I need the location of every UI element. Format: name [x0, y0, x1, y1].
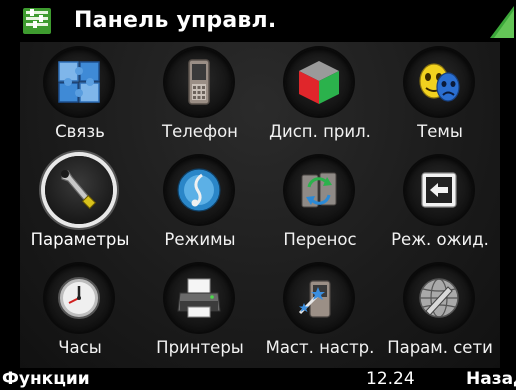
- grid-item-setup-wizard[interactable]: Маст. настр.: [260, 258, 380, 366]
- setup-wizard-icon: [285, 264, 353, 332]
- grid-item-label: Маст. настр.: [265, 338, 375, 357]
- clock-icon: [45, 264, 113, 332]
- grid-item-app-manager[interactable]: Дисп. прил.: [260, 42, 380, 150]
- grid-item-label: Параметры: [30, 230, 130, 249]
- app-manager-icon: [285, 48, 353, 116]
- grid-item-settings[interactable]: Параметры: [20, 150, 140, 258]
- themes-icon: [405, 48, 473, 116]
- grid-item-label: Принтеры: [156, 338, 244, 357]
- grid-item-network[interactable]: Парам. сети: [380, 258, 500, 366]
- network-icon: [405, 264, 473, 332]
- grid-item-label: Парам. сети: [387, 338, 493, 357]
- standby-icon: [405, 156, 473, 224]
- connectivity-icon: [45, 48, 113, 116]
- page-title: Панель управл.: [74, 8, 277, 33]
- profiles-icon: [165, 156, 233, 224]
- grid-item-connectivity[interactable]: Связь: [20, 42, 140, 150]
- settings-icon: [45, 156, 113, 224]
- grid-item-label: Часы: [58, 338, 102, 357]
- icon-grid: Связь Телефон Дисп. прил. Темы Параметры…: [20, 42, 500, 368]
- grid-item-label: Режимы: [164, 230, 236, 249]
- icon-grid-area: Связь Телефон Дисп. прил. Темы Параметры…: [20, 42, 500, 368]
- grid-item-label: Реж. ожид.: [391, 230, 489, 249]
- grid-item-profiles[interactable]: Режимы: [140, 150, 260, 258]
- grid-item-label: Темы: [417, 122, 463, 141]
- header-bar: Панель управл.: [0, 0, 516, 42]
- grid-item-phone[interactable]: Телефон: [140, 42, 260, 150]
- back-softkey[interactable]: Назад: [466, 369, 516, 389]
- clock-display: 12.24: [366, 369, 415, 389]
- signal-icon: [486, 4, 516, 40]
- grid-item-themes[interactable]: Темы: [380, 42, 500, 150]
- grid-item-clock[interactable]: Часы: [20, 258, 140, 366]
- grid-item-label: Телефон: [162, 122, 238, 141]
- switch-icon: [285, 156, 353, 224]
- grid-item-label: Связь: [55, 122, 105, 141]
- right-frame: [500, 0, 516, 390]
- grid-item-label: Дисп. прил.: [269, 122, 371, 141]
- softkey-bar: Функции 12.24 Назад: [0, 368, 516, 390]
- grid-item-standby[interactable]: Реж. ожид.: [380, 150, 500, 258]
- control-panel-icon: [22, 6, 52, 36]
- options-softkey[interactable]: Функции: [2, 369, 90, 389]
- grid-item-label: Перенос: [283, 230, 357, 249]
- grid-item-switch[interactable]: Перенос: [260, 150, 380, 258]
- phone-icon: [165, 48, 233, 116]
- left-frame: [0, 0, 20, 390]
- grid-item-printers[interactable]: Принтеры: [140, 258, 260, 366]
- printer-icon: [165, 264, 233, 332]
